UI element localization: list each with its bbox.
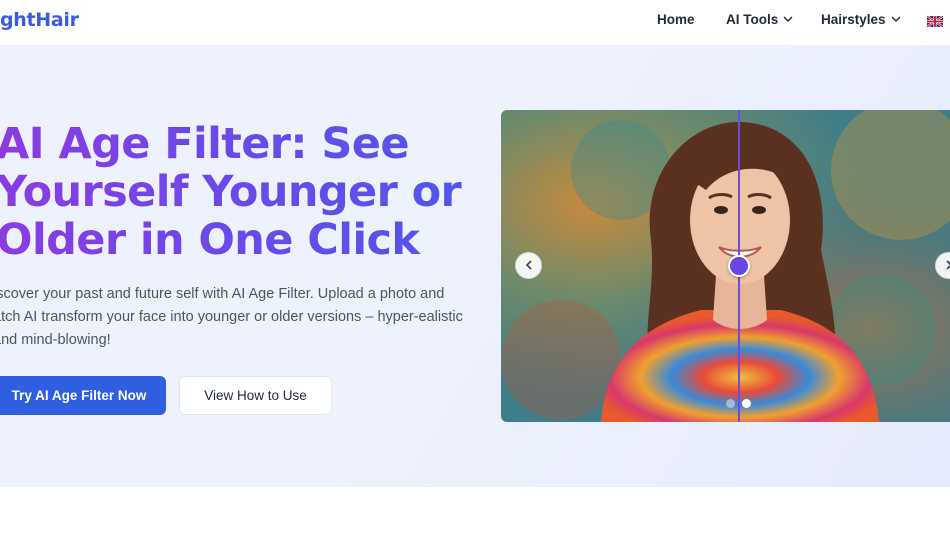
- chevron-right-icon: [945, 257, 950, 275]
- carousel-dots: [726, 399, 751, 408]
- nav-hairstyles[interactable]: Hairstyles: [821, 12, 901, 27]
- portrait-photo: [501, 110, 950, 422]
- next-section: [0, 487, 950, 534]
- carousel-dot-2[interactable]: [742, 399, 751, 408]
- hero-description: iscover your past and future self with A…: [0, 286, 463, 348]
- chevron-down-icon: [783, 16, 793, 23]
- main-nav: Home AI Tools Hairstyles: [0, 0, 950, 46]
- hero-section: AI Age Filter: See Yourself Younger or O…: [0, 46, 950, 487]
- nav-home-label: Home: [657, 12, 695, 27]
- nav-home[interactable]: Home: [657, 12, 695, 27]
- chevron-down-icon: [891, 16, 901, 23]
- carousel-dot-1[interactable]: [726, 399, 735, 408]
- comparison-slider-handle[interactable]: [728, 255, 750, 277]
- nav-ai-tools[interactable]: AI Tools: [726, 12, 793, 27]
- chevron-left-icon: [525, 257, 533, 275]
- nav-ai-tools-label: AI Tools: [726, 12, 779, 27]
- nav-hairstyles-label: Hairstyles: [821, 12, 886, 27]
- view-how-to-use-button[interactable]: View How to Use: [179, 376, 332, 415]
- uk-flag-icon[interactable]: [926, 14, 944, 28]
- hero-title: AI Age Filter: See Yourself Younger or O…: [0, 120, 476, 264]
- site-header: ghtHair Home AI Tools Hairstyles: [0, 0, 950, 46]
- before-after-comparison[interactable]: [501, 110, 950, 422]
- try-age-filter-button[interactable]: Try AI Age Filter Now: [0, 376, 166, 415]
- carousel-prev-button[interactable]: [515, 252, 542, 279]
